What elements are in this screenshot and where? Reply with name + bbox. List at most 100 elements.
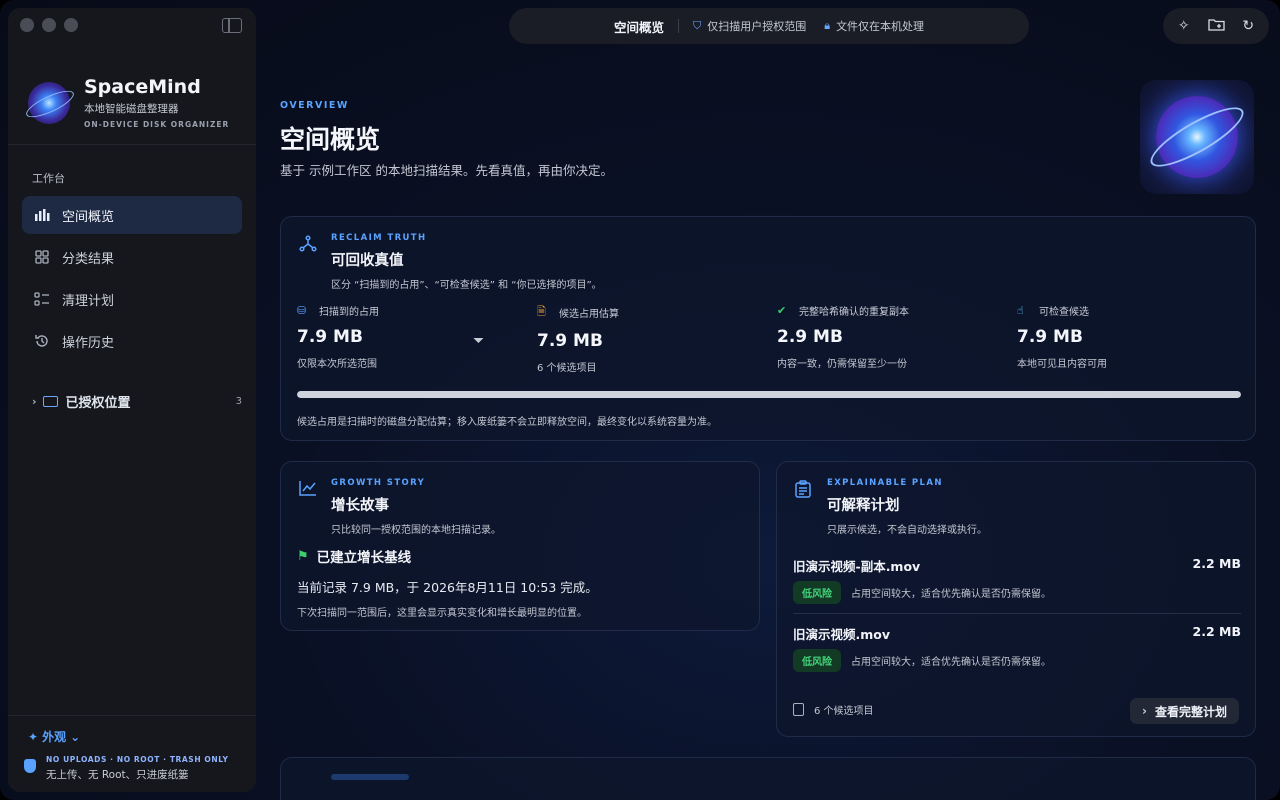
minimize-window-button[interactable] xyxy=(42,18,56,32)
card-title: 可解释计划 xyxy=(827,498,900,514)
reclaim-truth-card: RECLAIM TRUTH 可回收真值 区分 “扫描到的占用”、“可检查候选” … xyxy=(280,216,1256,441)
document-icon xyxy=(793,703,804,716)
app-name: SpaceMind xyxy=(84,76,201,98)
plan-item-size: 2.2 MB xyxy=(1192,624,1241,639)
growth-story-card: GROWTH STORY 增长故事 只比较同一授权范围的本地扫描记录。 ⚑ 已建… xyxy=(280,461,760,631)
flag-icon: ⚑ xyxy=(297,548,309,564)
toolbar-status: 空间概览 ⛉ 仅扫描用户授权范围 🔒︎ 文件仅在本机处理 xyxy=(509,8,1029,44)
plan-item[interactable]: 旧演示视频-副本.mov 2.2 MB 低风险 占用空间较大，适合优先确认是否仍… xyxy=(793,556,1241,604)
app-subtitle: 本地智能磁盘整理器 xyxy=(84,103,179,115)
card-tag: RECLAIM TRUTH xyxy=(331,233,427,243)
close-window-button[interactable] xyxy=(20,18,34,32)
toolbar-local: 文件仅在本机处理 xyxy=(836,20,925,33)
metric-label: 完整哈希确认的重复副本 xyxy=(799,307,909,318)
divider xyxy=(8,715,256,716)
filter-icon[interactable]: ⏷ xyxy=(473,333,484,349)
file-icon: 🗎︎ xyxy=(537,305,546,318)
network-icon xyxy=(299,235,317,253)
app-window: SpaceMind 本地智能磁盘整理器 ON-DEVICE DISK ORGAN… xyxy=(0,0,1280,800)
divider xyxy=(8,144,256,145)
folder-icon xyxy=(42,395,58,407)
sidebar-item-cleanup-plan[interactable]: 清理计划 xyxy=(22,280,242,318)
metric-inspectable: ☝︎ 可检查候选 7.9 MB 本地可见且内容可用 xyxy=(1017,303,1237,370)
next-card xyxy=(280,757,1256,800)
trend-chart-icon xyxy=(299,480,317,498)
overview-tag: OVERVIEW xyxy=(280,100,349,111)
appearance-menu[interactable]: ✦ 外观 ⌄ xyxy=(28,728,80,745)
sidebar-item-label: 清理计划 xyxy=(62,293,115,309)
sidebar-item-categories[interactable]: 分类结果 xyxy=(22,238,242,276)
authorized-locations-label: 已授权位置 xyxy=(65,395,131,411)
plan-item-name: 旧演示视频.mov xyxy=(793,627,891,642)
plan-item-description: 占用空间较大，适合优先确认是否仍需保留。 xyxy=(851,657,1051,668)
risk-badge: 低风险 xyxy=(793,649,841,672)
metric-candidates: 🗎︎ 候选占用估算 7.9 MB 6 个候选项目 xyxy=(537,303,757,374)
page-title: 空间概览 xyxy=(280,125,381,154)
divider xyxy=(793,613,1241,614)
toolbar-scope: 仅扫描用户授权范围 xyxy=(707,20,807,33)
sidebar-item-history[interactable]: 操作历史 xyxy=(22,322,242,360)
sidebar-nav: 空间概览 分类结果 清理计划 操作历史 xyxy=(22,196,242,364)
growth-heading: ⚑ 已建立增长基线 xyxy=(297,546,412,567)
app-logo-icon xyxy=(28,81,70,124)
reclaim-footnote: 候选占用是扫描时的磁盘分配估算；移入废纸篓不会立即释放空间，最终变化以系统容量为… xyxy=(297,417,717,428)
metric-value: 2.9 MB xyxy=(777,327,843,347)
main-content: OVERVIEW 空间概览 基于 示例工作区 的本地扫描结果。先看真值，再由你决… xyxy=(256,52,1280,800)
growth-footnote: 下次扫描同一范围后，这里会显示真实变化和增长最明显的位置。 xyxy=(297,608,587,619)
metric-duplicates: ✔ 完整哈希确认的重复副本 2.9 MB 内容一致，仍需保留至少一份 xyxy=(777,303,997,370)
card-tag: EXPLAINABLE PLAN xyxy=(827,478,943,488)
metric-label: 扫描到的占用 xyxy=(319,307,379,318)
view-full-plan-label: 查看完整计划 xyxy=(1154,704,1227,719)
shield-icon xyxy=(24,759,36,773)
view-full-plan-button[interactable]: › 查看完整计划 xyxy=(1130,698,1239,724)
authorized-locations-toggle[interactable]: › 已授权位置 3 xyxy=(32,390,242,412)
app-tagline: ON-DEVICE DISK ORGANIZER xyxy=(84,120,230,129)
window-controls xyxy=(20,18,78,32)
card-subtitle: 只展示候选，不会自动选择或执行。 xyxy=(827,525,987,536)
sidebar-item-label: 操作历史 xyxy=(62,335,115,351)
card-subtitle: 区分 “扫描到的占用”、“可检查候选” 和 “你已选择的项目”。 xyxy=(331,280,602,291)
hero-logo-icon xyxy=(1140,80,1254,194)
growth-current-record: 当前记录 7.9 MB，于 2026年8月11日 10:53 完成。 xyxy=(297,580,598,595)
plan-candidate-count: 6 个候选项目 xyxy=(793,702,874,717)
bar-chart-icon xyxy=(34,207,50,223)
disk-icon: ⛁ xyxy=(297,304,307,317)
card-title: 可回收真值 xyxy=(331,253,404,269)
explainable-plan-card: EXPLAINABLE PLAN 可解释计划 只展示候选，不会自动选择或执行。 … xyxy=(776,461,1256,737)
metric-label: 候选占用估算 xyxy=(559,309,619,320)
plan-item-description: 占用空间较大，适合优先确认是否仍需保留。 xyxy=(851,589,1051,600)
card-tag: GROWTH STORY xyxy=(331,478,426,488)
plan-count-text: 6 个候选项目 xyxy=(814,706,874,717)
chevron-down-icon: ⌄ xyxy=(70,729,81,744)
authorized-locations-count: 3 xyxy=(235,395,242,407)
refresh-icon[interactable]: ↻ xyxy=(1242,18,1254,34)
sparkle-icon: ✦ xyxy=(28,729,39,744)
growth-heading-text: 已建立增长基线 xyxy=(316,550,412,566)
privacy-notice: NO UPLOADS · NO ROOT · TRASH ONLY 无上传、无 … xyxy=(24,755,229,782)
progress-fill xyxy=(297,391,1241,398)
clipboard-icon xyxy=(795,480,813,498)
chevron-right-icon: › xyxy=(32,394,37,408)
card-tag xyxy=(331,774,409,780)
sparkle-icon[interactable]: ✧ xyxy=(1178,18,1190,34)
chevron-right-icon: › xyxy=(1142,704,1147,718)
grid-icon xyxy=(34,249,50,265)
card-subtitle: 只比较同一授权范围的本地扫描记录。 xyxy=(331,525,501,536)
privacy-tag: NO UPLOADS · NO ROOT · TRASH ONLY xyxy=(46,755,229,764)
divider xyxy=(677,19,679,33)
sidebar-toggle-icon[interactable] xyxy=(222,18,242,33)
metric-label: 可检查候选 xyxy=(1039,307,1089,318)
risk-badge: 低风险 xyxy=(793,581,841,604)
sidebar-item-label: 分类结果 xyxy=(62,251,115,267)
zoom-window-button[interactable] xyxy=(64,18,78,32)
appearance-label: 外观 xyxy=(42,730,67,744)
plan-item[interactable]: 旧演示视频.mov 2.2 MB 低风险 占用空间较大，适合优先确认是否仍需保留… xyxy=(793,624,1241,672)
metric-note: 内容一致，仍需保留至少一份 xyxy=(777,359,907,370)
folder-add-icon[interactable] xyxy=(1207,18,1225,35)
metric-note: 本地可见且内容可用 xyxy=(1017,359,1107,370)
sidebar-item-overview[interactable]: 空间概览 xyxy=(22,196,242,234)
brand: SpaceMind 本地智能磁盘整理器 ON-DEVICE DISK ORGAN… xyxy=(28,76,229,129)
metric-value: 7.9 MB xyxy=(1017,327,1083,347)
toolbar-actions: ✧ ↻ xyxy=(1163,8,1269,44)
hand-pointer-icon: ☝︎ xyxy=(1017,304,1024,317)
